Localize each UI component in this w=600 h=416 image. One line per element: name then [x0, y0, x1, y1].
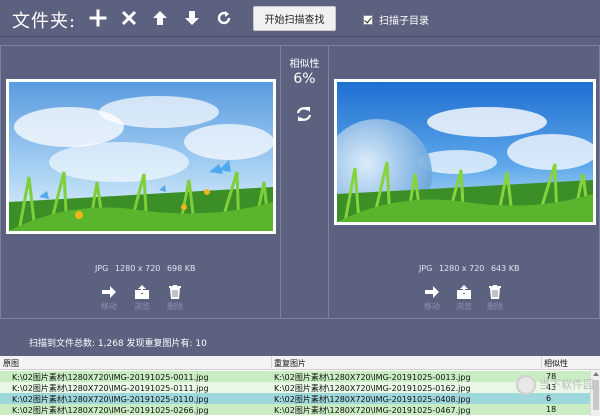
- column-original[interactable]: 原图: [3, 358, 19, 369]
- duplicate-image-panel: JPG 1280 x 720 643 KB 移动 浏览 删除: [328, 45, 600, 319]
- site-watermark: 当下软件园: [516, 374, 600, 396]
- table-row[interactable]: K:\02图片素材\1280X720\IMG-20191025-0011.jpg…: [0, 371, 590, 382]
- cell-similarity: 18: [546, 405, 557, 414]
- duplicate-delete-button[interactable]: 删除: [480, 284, 510, 312]
- remove-icon[interactable]: [117, 6, 141, 30]
- scan-summary: 扫描到文件总数: 1,268 发现重复图片有: 10: [29, 339, 207, 349]
- similarity-value: 6%: [293, 71, 316, 87]
- original-move-button[interactable]: 移动: [94, 284, 124, 312]
- duplicate-delete-label: 删除: [487, 302, 503, 311]
- scan-subdirs-checkbox[interactable]: [363, 14, 373, 25]
- watermark-text: 当下软件园: [539, 377, 594, 391]
- original-image-info: JPG 1280 x 720 698 KB: [95, 264, 199, 273]
- trash-icon: [489, 285, 501, 299]
- similarity-title: 相似性: [289, 59, 320, 70]
- sky-grass-butterfly-photo: [9, 82, 273, 231]
- trash-icon: [169, 285, 181, 299]
- add-icon[interactable]: [86, 6, 110, 30]
- duplicate-dimensions: 1280 x 720: [438, 264, 485, 273]
- duplicate-browse-label: 浏览: [456, 302, 472, 311]
- move-down-icon[interactable]: [180, 6, 204, 30]
- swap-icon[interactable]: [294, 104, 314, 124]
- browse-icon: [135, 285, 149, 299]
- original-size: 698 KB: [166, 264, 196, 273]
- table-header: 原图 重复图片 相似性: [0, 356, 600, 370]
- original-image-preview[interactable]: [6, 79, 276, 234]
- folder-label: 文件夹:: [12, 11, 77, 32]
- original-move-label: 移动: [101, 302, 117, 311]
- toolbar: 文件夹: 开始扫描查找 扫描子目录: [0, 0, 600, 37]
- duplicate-format: JPG: [419, 264, 433, 273]
- scan-subdirs-option[interactable]: 扫描子目录: [363, 12, 429, 27]
- move-arrow-icon: [102, 286, 116, 298]
- cell-original: K:\02图片素材\1280X720\IMG-20191025-0266.jpg: [12, 406, 209, 415]
- similarity-panel: 相似性 6%: [281, 45, 328, 319]
- original-browse-label: 浏览: [134, 302, 150, 311]
- original-browse-button[interactable]: 浏览: [127, 284, 157, 312]
- duplicate-image-preview[interactable]: [334, 79, 596, 225]
- duplicate-move-button[interactable]: 移动: [417, 284, 447, 312]
- move-up-icon[interactable]: [148, 6, 172, 30]
- refresh-icon[interactable]: [212, 6, 236, 30]
- original-image-panel: JPG 1280 x 720 698 KB 移动 浏览 删除: [0, 45, 281, 319]
- watermark-logo-icon: [516, 375, 536, 395]
- status-bar: 扫描到文件总数: 1,268 发现重复图片有: 10: [0, 326, 600, 356]
- original-format: JPG: [95, 264, 109, 273]
- duplicate-browse-button[interactable]: 浏览: [449, 284, 479, 312]
- sky-grass-globe-photo: [337, 82, 593, 222]
- cell-duplicate: K:\02图片素材\1280X720\IMG-20191025-0467.jpg: [274, 406, 471, 415]
- scan-subdirs-label: 扫描子目录: [379, 16, 429, 27]
- column-similarity[interactable]: 相似性: [544, 358, 568, 369]
- original-delete-button[interactable]: 删除: [160, 284, 190, 312]
- move-arrow-icon: [425, 286, 439, 298]
- original-delete-label: 删除: [167, 302, 183, 311]
- duplicate-image-info: JPG 1280 x 720 643 KB: [419, 264, 523, 273]
- duplicates-table: 原图 重复图片 相似性 K:\02图片素材\1280X720\IMG-20191…: [0, 356, 600, 416]
- duplicate-move-label: 移动: [424, 302, 440, 311]
- start-scan-button[interactable]: 开始扫描查找: [253, 6, 336, 31]
- original-dimensions: 1280 x 720: [114, 264, 161, 273]
- browse-icon: [457, 285, 471, 299]
- table-row[interactable]: K:\02图片素材\1280X720\IMG-20191025-0266.jpg…: [0, 404, 590, 415]
- table-row[interactable]: K:\02图片素材\1280X720\IMG-20191025-0111.jpg…: [0, 382, 590, 393]
- duplicate-size: 643 KB: [490, 264, 520, 273]
- table-row[interactable]: K:\02图片素材\1280X720\IMG-20191025-0110.jpg…: [0, 393, 590, 404]
- column-duplicate[interactable]: 重复图片: [274, 358, 306, 369]
